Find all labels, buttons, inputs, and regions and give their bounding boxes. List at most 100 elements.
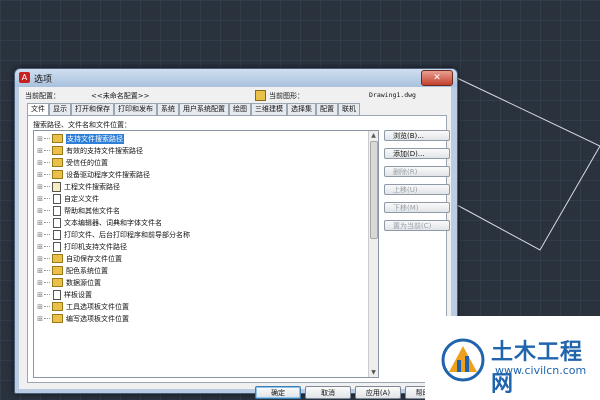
expand-icon[interactable]: ⊞ [36, 219, 44, 227]
expand-icon[interactable]: ⊞ [36, 315, 44, 323]
tree-item[interactable]: ⊞ 工程文件搜索路径 [36, 181, 120, 192]
expand-icon[interactable]: ⊞ [36, 159, 44, 167]
expand-icon[interactable]: ⊞ [36, 279, 44, 287]
set-current-button[interactable]: 置为当前(C) [384, 220, 450, 231]
expand-icon[interactable]: ⊞ [36, 291, 44, 299]
tab-online[interactable]: 联机 [338, 103, 360, 115]
tab-display[interactable]: 显示 [49, 103, 71, 115]
watermark: 土木工程网 www.civilcn.com [425, 316, 600, 400]
tree-scrollbar[interactable]: ▲ ▼ [368, 131, 378, 377]
tree-item[interactable]: ⊞ 自动保存文件位置 [36, 253, 122, 264]
folder-icon [52, 266, 63, 275]
expand-icon[interactable]: ⊞ [36, 195, 44, 203]
tree-item[interactable]: ⊞ 编写选项板文件位置 [36, 313, 129, 324]
scroll-down-icon[interactable]: ▼ [369, 368, 378, 377]
tree-item[interactable]: ⊞ 受信任的位置 [36, 157, 108, 168]
tree-item-label: 工具选项板文件位置 [66, 302, 129, 311]
tree-item[interactable]: ⊞ 文本编辑器、词典和字体文件名 [36, 217, 162, 228]
tree-item[interactable]: ⊞ 工具选项板文件位置 [36, 301, 129, 312]
file-locations-tree[interactable]: ⊞ 支持文件搜索路径 ⊞ 有效的支持文件搜索路径 ⊞ 受信任的位置 ⊞ 设备驱动… [33, 130, 379, 378]
tab-system[interactable]: 系统 [157, 103, 179, 115]
close-button[interactable]: ✕ [421, 70, 453, 86]
drawing-file-icon [255, 90, 266, 101]
tree-connector [44, 149, 50, 152]
tree-item[interactable]: ⊞ 配色系统位置 [36, 265, 108, 276]
tab-drafting[interactable]: 绘图 [229, 103, 251, 115]
tab-3d-modeling[interactable]: 三维建模 [251, 103, 287, 115]
tree-item[interactable]: ⊞ 自定义文件 [36, 193, 99, 204]
files-tab-panel: 搜索路径、文件名和文件位置： ⊞ 支持文件搜索路径 ⊞ 有效的支持文件搜索路径 … [27, 115, 450, 383]
tree-item[interactable]: ⊞ 帮助和其他文件名 [36, 205, 120, 216]
options-dialog: A 选项 ✕ 当前配置： <<未命名配置>> 当前图形： Drawing1.dw… [14, 68, 458, 399]
tree-item-label: 自定义文件 [64, 194, 99, 203]
folder-icon [52, 134, 63, 143]
document-icon [53, 229, 61, 240]
tree-item-label: 有效的支持文件搜索路径 [66, 146, 143, 155]
tree-item[interactable]: ⊞ 数据源位置 [36, 277, 101, 288]
expand-icon[interactable]: ⊞ [36, 147, 44, 155]
watermark-url: www.civilcn.com [495, 364, 587, 377]
title-bar[interactable]: A 选项 ✕ [15, 69, 457, 87]
move-down-button[interactable]: 下移(M) [384, 202, 450, 213]
tree-connector [44, 209, 50, 212]
tab-plot-publish[interactable]: 打印和发布 [114, 103, 157, 115]
folder-icon [52, 278, 63, 287]
expand-icon[interactable]: ⊞ [36, 135, 44, 143]
autocad-app-icon: A [19, 72, 30, 83]
expand-icon[interactable]: ⊞ [36, 243, 44, 251]
expand-icon[interactable]: ⊞ [36, 255, 44, 263]
folder-icon [52, 254, 63, 263]
document-icon [53, 289, 61, 300]
tree-item-label: 支持文件搜索路径 [65, 132, 125, 145]
expand-icon[interactable]: ⊞ [36, 171, 44, 179]
document-icon [53, 193, 61, 204]
tree-connector [44, 245, 50, 248]
scroll-up-icon[interactable]: ▲ [369, 131, 378, 140]
expand-icon[interactable]: ⊞ [36, 231, 44, 239]
tree-connector [44, 137, 50, 140]
move-up-button[interactable]: 上移(U) [384, 184, 450, 195]
tree-item-label: 设备驱动程序文件搜索路径 [66, 170, 150, 179]
tab-user-preferences[interactable]: 用户系统配置 [179, 103, 229, 115]
tree-connector [44, 257, 50, 260]
tree-item-label: 配色系统位置 [66, 266, 108, 275]
current-profile-label: 当前配置： [25, 92, 60, 100]
cad-polyline [456, 77, 600, 251]
current-drawing-label: 当前图形： [269, 92, 304, 100]
add-button[interactable]: 添加(D)... [384, 148, 450, 159]
ok-button[interactable]: 确定 [255, 386, 301, 399]
cancel-button[interactable]: 取消 [305, 386, 351, 399]
document-icon [53, 217, 61, 228]
document-icon [53, 241, 61, 252]
tree-item[interactable]: ⊞ 支持文件搜索路径 [36, 132, 125, 145]
tree-item[interactable]: ⊞ 打印文件、后台打印程序和前导部分名称 [36, 229, 190, 240]
tree-item[interactable]: ⊞ 有效的支持文件搜索路径 [36, 145, 143, 156]
document-icon [53, 205, 61, 216]
folder-icon [52, 314, 63, 323]
tree-connector [44, 305, 50, 308]
tree-item-label: 自动保存文件位置 [66, 254, 122, 263]
tab-open-save[interactable]: 打开和保存 [71, 103, 114, 115]
tree-item-label: 工程文件搜索路径 [64, 182, 120, 191]
tree-connector [44, 317, 50, 320]
tree-item-label: 打印文件、后台打印程序和前导部分名称 [64, 230, 190, 239]
tree-item[interactable]: ⊞ 设备驱动程序文件搜索路径 [36, 169, 150, 180]
tree-item-label: 编写选项板文件位置 [66, 314, 129, 323]
scroll-thumb[interactable] [370, 141, 378, 239]
tree-item[interactable]: ⊞ 样板设置 [36, 289, 92, 300]
expand-icon[interactable]: ⊞ [36, 207, 44, 215]
tree-item-label: 样板设置 [64, 290, 92, 299]
browse-button[interactable]: 浏览(B)... [384, 130, 450, 141]
watermark-logo-icon [441, 338, 485, 382]
tree-connector [44, 197, 50, 200]
apply-button[interactable]: 应用(A) [355, 386, 401, 399]
window-title: 选项 [34, 75, 53, 85]
expand-icon[interactable]: ⊞ [36, 183, 44, 191]
expand-icon[interactable]: ⊞ [36, 267, 44, 275]
expand-icon[interactable]: ⊞ [36, 303, 44, 311]
remove-button[interactable]: 删除(R) [384, 166, 450, 177]
tab-selection[interactable]: 选择集 [287, 103, 316, 115]
tree-connector [44, 173, 50, 176]
tree-item[interactable]: ⊞ 打印机支持文件路径 [36, 241, 127, 252]
tab-profiles[interactable]: 配置 [316, 103, 338, 115]
